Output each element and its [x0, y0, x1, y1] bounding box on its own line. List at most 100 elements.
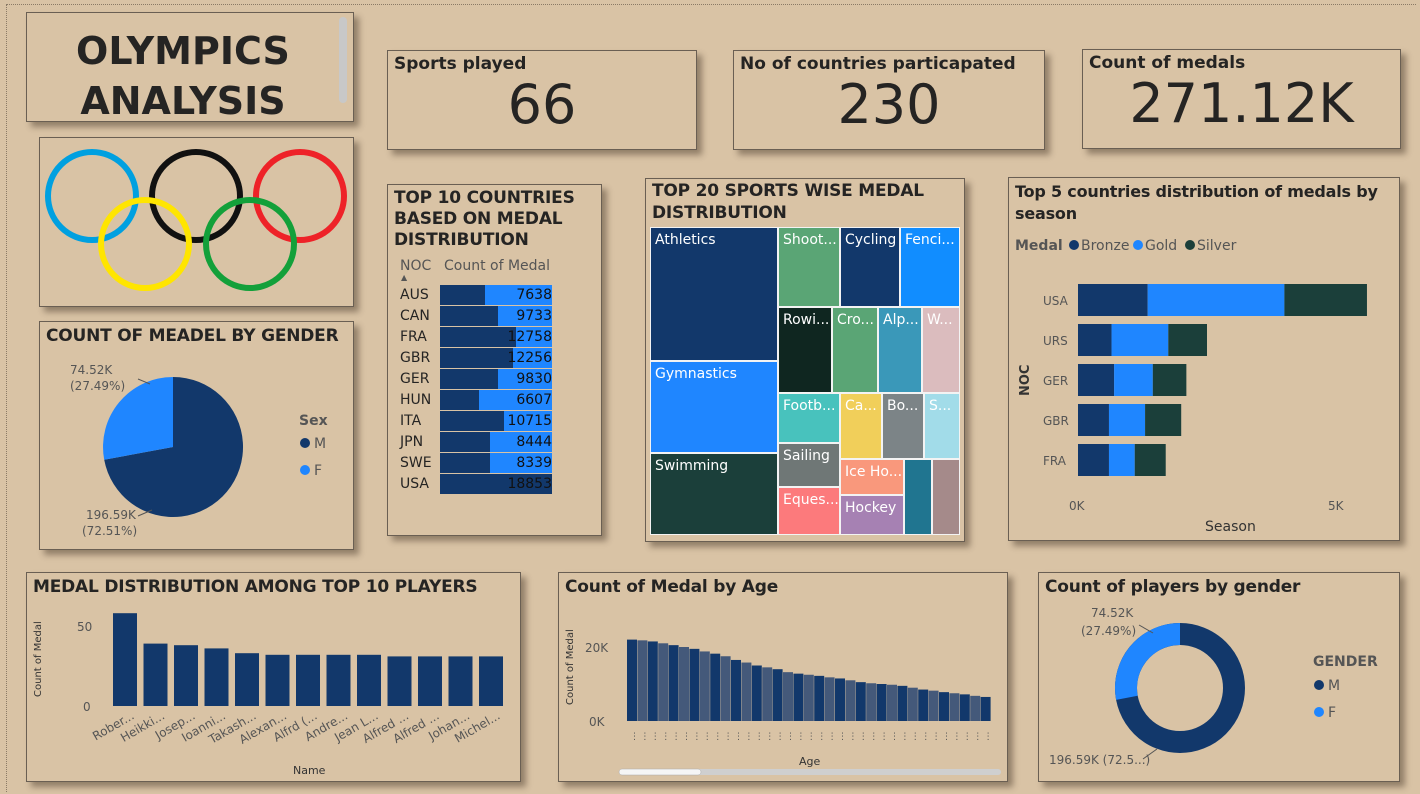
age-bar[interactable]	[918, 689, 929, 721]
season-bar-segment[interactable]	[1111, 324, 1169, 356]
table-row[interactable]: GER 9830	[394, 369, 594, 390]
player-bar[interactable]	[204, 648, 229, 706]
treemap-cell[interactable]: Footb...	[778, 393, 840, 443]
player-bar[interactable]	[296, 654, 320, 706]
age-bar[interactable]	[658, 643, 669, 721]
player-bar[interactable]	[113, 613, 137, 706]
age-bar[interactable]	[939, 692, 949, 721]
age-bar[interactable]	[959, 694, 970, 721]
treemap-cell[interactable]	[904, 459, 932, 535]
table-row[interactable]: AUS 7638	[394, 285, 594, 306]
age-bar[interactable]	[835, 678, 845, 721]
age-bar[interactable]	[637, 640, 648, 721]
age-bar[interactable]	[731, 659, 741, 721]
age-bar[interactable]	[741, 662, 752, 721]
treemap-cell[interactable]: Ice Ho...	[840, 459, 904, 495]
treemap-cell[interactable]: W...	[922, 307, 960, 393]
age-bar[interactable]	[679, 647, 689, 721]
player-bar[interactable]	[265, 654, 290, 706]
age-bar[interactable]	[668, 645, 679, 721]
treemap-cell[interactable]: Athletics	[650, 227, 778, 361]
season-bar-segment[interactable]	[1078, 404, 1109, 436]
treemap-cell[interactable]: Hockey	[840, 495, 904, 535]
table-row[interactable]: ITA 10715	[394, 411, 594, 432]
season-bar-segment[interactable]	[1152, 364, 1187, 396]
player-bar[interactable]	[235, 653, 259, 706]
treemap-cell[interactable]: Fenci...	[900, 227, 960, 307]
player-bar[interactable]	[357, 654, 381, 706]
treemap-cell[interactable]: Swimming	[650, 453, 778, 535]
table-row[interactable]: FRA 12758	[394, 327, 594, 348]
age-bar[interactable]	[845, 680, 856, 721]
age-bar[interactable]	[876, 684, 887, 721]
col-header-count[interactable]: Count of Medal	[444, 258, 550, 274]
treemap-cell[interactable]: Bo...	[882, 393, 924, 459]
age-bar[interactable]	[627, 639, 637, 721]
age-bar[interactable]	[814, 675, 825, 721]
age-bar[interactable]	[699, 651, 710, 721]
age-bar[interactable]	[803, 674, 814, 721]
age-bar[interactable]	[772, 669, 783, 721]
season-bar-segment[interactable]	[1078, 324, 1112, 356]
season-bar-segment[interactable]	[1168, 324, 1207, 356]
season-bar-segment[interactable]	[1078, 364, 1115, 396]
treemap-cell[interactable]: S...	[924, 393, 960, 459]
season-bar-segment[interactable]	[1147, 284, 1285, 316]
treemap-cell[interactable]: Cycling	[840, 227, 900, 307]
age-bar[interactable]	[647, 641, 658, 721]
pie-label-m-pct: (72.51%)	[82, 524, 137, 538]
player-bar[interactable]	[418, 656, 442, 706]
treemap-cell[interactable]: Ca...	[840, 393, 882, 459]
age-bar[interactable]	[928, 690, 939, 721]
age-bar[interactable]	[897, 685, 908, 721]
season-bar-segment[interactable]	[1134, 444, 1166, 476]
treemap-cell[interactable]	[932, 459, 960, 535]
treemap-cell[interactable]: Eques...	[778, 487, 840, 535]
player-bar[interactable]	[326, 654, 351, 706]
table-row[interactable]: GBR 12256	[394, 348, 594, 369]
player-bar[interactable]	[448, 656, 473, 706]
table-row[interactable]: HUN 6607	[394, 390, 594, 411]
age-bar[interactable]	[689, 648, 700, 721]
player-bar[interactable]	[479, 656, 503, 706]
player-bar[interactable]	[143, 643, 168, 706]
season-category-label: USA	[1043, 294, 1069, 308]
age-bar[interactable]	[710, 653, 721, 721]
treemap-cell[interactable]: Cro...	[832, 307, 878, 393]
treemap-cell[interactable]: Shoot...	[778, 227, 840, 307]
player-bar[interactable]	[387, 656, 412, 706]
treemap-cell[interactable]: Sailing	[778, 443, 840, 487]
age-bar[interactable]	[855, 682, 866, 721]
treemap-cell[interactable]: Gymnastics	[650, 361, 778, 453]
age-bar[interactable]	[762, 667, 773, 721]
title-scrollbar[interactable]	[339, 17, 347, 103]
table-row[interactable]: JPN 8444	[394, 432, 594, 453]
age-bar[interactable]	[751, 665, 762, 722]
treemap-cell[interactable]: Alp...	[878, 307, 922, 393]
age-bar[interactable]	[720, 656, 731, 721]
season-bar-segment[interactable]	[1114, 364, 1153, 396]
table-row[interactable]: SWE 8339	[394, 453, 594, 474]
age-bar[interactable]	[783, 672, 793, 721]
season-bar-segment[interactable]	[1078, 284, 1148, 316]
season-bar-segment[interactable]	[1145, 404, 1182, 436]
age-bar[interactable]	[793, 673, 804, 721]
season-bar-segment[interactable]	[1108, 404, 1146, 436]
season-bar-segment[interactable]	[1078, 444, 1109, 476]
season-bar-segment[interactable]	[1108, 444, 1135, 476]
treemap-cell[interactable]: Rowi...	[778, 307, 832, 393]
table-bar	[440, 411, 504, 431]
age-bar[interactable]	[907, 687, 918, 721]
age-ytick: 20K	[585, 641, 609, 655]
age-bar[interactable]	[887, 684, 897, 721]
age-bar[interactable]	[970, 695, 981, 721]
player-bar[interactable]	[174, 645, 198, 706]
age-bar[interactable]	[866, 683, 877, 721]
age-bar[interactable]	[980, 696, 991, 721]
age-bar[interactable]	[824, 677, 835, 721]
season-bar-segment[interactable]	[1284, 284, 1367, 316]
col-header-noc[interactable]: NOC	[400, 258, 431, 274]
table-row[interactable]: USA 18853	[394, 474, 594, 495]
age-bar[interactable]	[949, 693, 960, 721]
table-row[interactable]: CAN 9733	[394, 306, 594, 327]
